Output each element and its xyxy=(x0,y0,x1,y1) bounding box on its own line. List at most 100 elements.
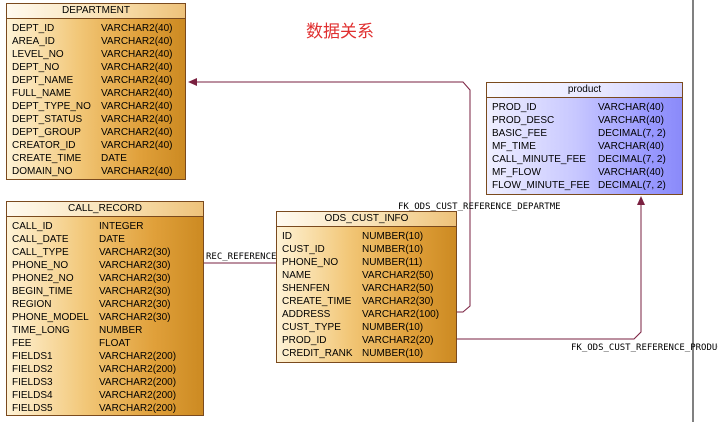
column-name: ID xyxy=(282,231,292,242)
column-name: MF_FLOW xyxy=(492,167,541,178)
table-ods-cust-info[interactable]: ODS_CUST_INFO ID NUMBER(10) CUST_ID NUMBER(… xyxy=(276,211,457,363)
column-type: DATE xyxy=(101,153,127,164)
column-name: FEE xyxy=(12,338,32,349)
column-name: MF_TIME xyxy=(492,141,536,152)
table-column-row: ID NUMBER(10) xyxy=(277,230,456,243)
column-type: VARCHAR2(30) xyxy=(99,286,171,297)
column-name: TIME_LONG xyxy=(12,325,70,336)
table-column-row: PROD_ID VARCHAR(40) xyxy=(487,101,682,114)
table-column-row: CREATE_TIME VARCHAR2(30) xyxy=(277,295,456,308)
table-column-row: FIELDS1 VARCHAR2(200) xyxy=(7,350,203,363)
column-type: VARCHAR2(200) xyxy=(99,403,177,414)
table-column-row: CALL_ID INTEGER xyxy=(7,220,203,233)
table-column-row: BASIC_FEE DECIMAL(7, 2) xyxy=(487,127,682,140)
column-name: REGION xyxy=(12,299,52,310)
column-name: PHONE2_NO xyxy=(12,273,74,284)
column-name: PHONE_NO xyxy=(12,260,69,271)
relation-ods-product[interactable]: FK_ODS_CUST_REFERENCE_PRODUCT xyxy=(457,196,718,353)
column-name: LEVEL_NO xyxy=(12,49,64,60)
column-name: PHONE_NO xyxy=(282,257,339,268)
column-name: NAME xyxy=(282,270,311,281)
column-type: VARCHAR2(200) xyxy=(99,351,177,362)
column-name: FIELDS3 xyxy=(12,377,53,388)
column-type: VARCHAR(40) xyxy=(598,115,664,126)
column-name: FLOW_MINUTE_FEE xyxy=(492,180,590,191)
column-name: PHONE_MODEL xyxy=(12,312,89,323)
column-type: VARCHAR2(50) xyxy=(362,283,434,294)
column-name: CALL_DATE xyxy=(12,234,69,245)
column-name: FIELDS4 xyxy=(12,390,53,401)
table-column-row: PHONE_NO VARCHAR2(30) xyxy=(7,259,203,272)
table-column-row: BEGIN_TIME VARCHAR2(30) xyxy=(7,285,203,298)
table-column-row: CUST_TYPE NUMBER(10) xyxy=(277,321,456,334)
column-type: NUMBER(10) xyxy=(362,231,424,242)
column-name: DOMAIN_NO xyxy=(12,166,73,177)
column-name: CUST_TYPE xyxy=(282,322,341,333)
table-column-row: CALL_DATE DATE xyxy=(7,233,203,246)
table-column-row: AREA_ID VARCHAR2(40) xyxy=(7,35,185,48)
column-type: VARCHAR2(30) xyxy=(99,260,171,271)
table-call-record-columns: CALL_ID INTEGER CALL_DATE DATE CALL_TYPE VARC… xyxy=(7,217,203,415)
column-name: DEPT_NO xyxy=(12,62,60,73)
column-type: VARCHAR2(40) xyxy=(101,75,173,86)
table-call-record-title: CALL_RECORD xyxy=(7,202,203,217)
column-type: VARCHAR2(40) xyxy=(101,127,173,138)
column-type: VARCHAR2(50) xyxy=(362,270,434,281)
column-name: CREATE_TIME xyxy=(282,296,352,307)
table-column-row: TIME_LONG NUMBER xyxy=(7,324,203,337)
column-type: NUMBER(10) xyxy=(362,322,424,333)
table-column-row: FLOW_MINUTE_FEE DECIMAL(7, 2) xyxy=(487,179,682,192)
relation-ods-product-label: FK_ODS_CUST_REFERENCE_PRODUCT xyxy=(571,343,718,353)
column-name: FIELDS5 xyxy=(12,403,53,414)
table-column-row: FIELDS3 VARCHAR2(200) xyxy=(7,376,203,389)
column-name: CALL_MINUTE_FEE xyxy=(492,154,586,165)
table-column-row: DEPT_TYPE_NO VARCHAR2(40) xyxy=(7,100,185,113)
table-product[interactable]: product PROD_ID VARCHAR(40) PROD_DESC VARCH… xyxy=(486,82,683,195)
column-type: FLOAT xyxy=(99,338,131,349)
table-column-row: DEPT_ID VARCHAR2(40) xyxy=(7,22,185,35)
table-call-record[interactable]: CALL_RECORD CALL_ID INTEGER CALL_DATE DATE C… xyxy=(6,201,204,416)
table-column-row: MF_FLOW VARCHAR(40) xyxy=(487,166,682,179)
column-type: VARCHAR2(40) xyxy=(101,114,173,125)
table-column-row: CREATE_TIME DATE xyxy=(7,152,185,165)
column-type: VARCHAR2(40) xyxy=(101,36,173,47)
table-department-title: DEPARTMENT xyxy=(7,4,185,19)
column-name: CUST_ID xyxy=(282,244,325,255)
column-type: DECIMAL(7, 2) xyxy=(598,128,666,139)
table-column-row: PHONE_NO NUMBER(11) xyxy=(277,256,456,269)
column-type: VARCHAR2(30) xyxy=(99,247,171,258)
table-product-title: product xyxy=(487,83,682,98)
relation-callrecord-ods[interactable]: REC_REFERENCE_ xyxy=(204,252,282,264)
column-type: DECIMAL(7, 2) xyxy=(598,180,666,191)
column-name: PROD_ID xyxy=(492,102,537,113)
table-column-row: PROD_ID VARCHAR2(20) xyxy=(277,334,456,347)
column-type: DATE xyxy=(99,234,125,245)
column-type: NUMBER(11) xyxy=(362,257,423,268)
table-ods-cust-info-title: ODS_CUST_INFO xyxy=(277,212,456,227)
table-department[interactable]: DEPARTMENT DEPT_ID VARCHAR2(40) AREA_ID VAR… xyxy=(6,3,186,180)
column-name: FULL_NAME xyxy=(12,88,71,99)
column-type: VARCHAR2(30) xyxy=(99,273,171,284)
column-type: VARCHAR(40) xyxy=(598,102,664,113)
relation-ods-product-arrowhead xyxy=(637,196,645,205)
column-name: CALL_ID xyxy=(12,221,53,232)
column-name: CREDIT_RANK xyxy=(282,348,353,359)
table-column-row: SHENFEN VARCHAR2(50) xyxy=(277,282,456,295)
column-name: DEPT_GROUP xyxy=(12,127,81,138)
column-type: INTEGER xyxy=(99,221,144,232)
column-name: SHENFEN xyxy=(282,283,330,294)
column-type: NUMBER xyxy=(99,325,143,336)
column-type: VARCHAR2(30) xyxy=(99,299,171,310)
column-type: VARCHAR2(40) xyxy=(101,88,173,99)
column-name: BASIC_FEE xyxy=(492,128,548,139)
table-column-row: DEPT_GROUP VARCHAR2(40) xyxy=(7,126,185,139)
table-column-row: DEPT_STATUS VARCHAR2(40) xyxy=(7,113,185,126)
column-name: FIELDS2 xyxy=(12,364,53,375)
column-type: NUMBER(10) xyxy=(362,348,424,359)
column-type: VARCHAR2(20) xyxy=(362,335,434,346)
column-name: CALL_TYPE xyxy=(12,247,69,258)
table-column-row: DEPT_NO VARCHAR2(40) xyxy=(7,61,185,74)
column-type: VARCHAR2(40) xyxy=(101,101,173,112)
table-column-row: DOMAIN_NO VARCHAR2(40) xyxy=(7,165,185,178)
column-name: CREATOR_ID xyxy=(12,140,76,151)
